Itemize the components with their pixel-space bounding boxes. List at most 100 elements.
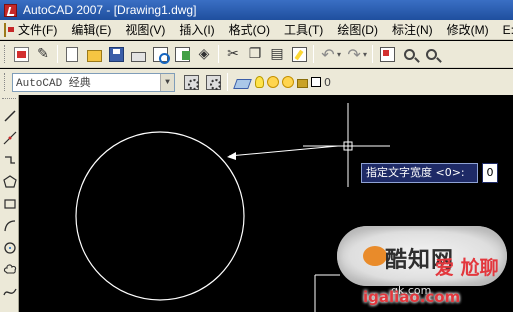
gear-icon <box>183 74 199 90</box>
open-button[interactable] <box>84 44 104 64</box>
standard-toolbar: ✎ ◈ ✂ ❐ ▤ ↶ ▾ ↷ ▾ <box>0 41 513 68</box>
line-icon <box>3 110 16 122</box>
copy-icon: ❐ <box>248 45 262 62</box>
drawn-circle <box>75 131 245 301</box>
watermark-logo-icon <box>363 246 387 266</box>
undo-button[interactable]: ↶ <box>318 44 338 64</box>
cut-button[interactable]: ✂ <box>223 44 243 64</box>
chevron-down-icon[interactable]: ▼ <box>160 73 174 91</box>
title-bar: AutoCAD 2007 - [Drawing1.dwg] <box>0 0 513 20</box>
menu-bar: 文件(F) 编辑(E) 视图(V) 插入(I) 格式(O) 工具(T) 绘图(D… <box>0 20 513 40</box>
publish-button[interactable] <box>172 44 192 64</box>
watermark: 酷知网 爱 尬聊 qk.com igaliao.com <box>315 218 513 312</box>
menu-tools[interactable]: 工具(T) <box>277 21 330 39</box>
publish-icon <box>174 46 190 62</box>
viewport-freeze-icon[interactable] <box>282 76 294 88</box>
lightbulb-icon[interactable] <box>255 76 264 88</box>
document-icon[interactable] <box>4 22 14 37</box>
construction-line-icon <box>3 131 16 145</box>
layer-color-swatch <box>311 77 321 87</box>
pdf-button[interactable] <box>11 44 31 64</box>
workspace-settings-button[interactable] <box>181 72 201 92</box>
menu-file[interactable]: 文件(F) <box>11 21 64 39</box>
draw-toolbar <box>0 95 19 312</box>
menu-express[interactable]: E: <box>496 21 513 39</box>
polygon-icon <box>2 175 17 188</box>
revision-cloud-icon <box>3 264 16 274</box>
open-folder-icon <box>86 49 102 62</box>
rectangle-tool[interactable] <box>0 193 19 215</box>
toolbar-grip[interactable] <box>2 98 16 101</box>
paint-button[interactable]: ✎ <box>33 44 53 64</box>
polygon-tool[interactable] <box>0 171 19 193</box>
save-icon <box>108 46 124 62</box>
line-tool[interactable] <box>0 105 19 127</box>
layer-properties-button[interactable] <box>232 72 252 92</box>
copy-button[interactable]: ❐ <box>245 44 265 64</box>
menu-modify[interactable]: 修改(M) <box>440 21 496 39</box>
dynamic-input-prompt: 指定文字宽度 <0>: <box>361 163 478 183</box>
menu-format[interactable]: 格式(O) <box>222 21 277 39</box>
3d-dwf-button[interactable]: ◈ <box>194 44 214 64</box>
menu-edit[interactable]: 编辑(E) <box>64 21 118 39</box>
arc-tool[interactable] <box>0 215 19 237</box>
redo-icon: ↷ <box>347 44 361 64</box>
match-properties-icon <box>291 46 307 62</box>
autocad-logo-icon <box>4 3 17 17</box>
pan-button[interactable] <box>377 44 397 64</box>
zoom-realtime-button[interactable] <box>399 44 419 64</box>
rectangle-icon <box>3 199 16 209</box>
brush-icon: ✎ <box>37 45 49 62</box>
construction-line-tool[interactable] <box>0 127 19 149</box>
workspace-value: AutoCAD 经典 <box>16 78 91 90</box>
paste-icon: ▤ <box>270 45 284 62</box>
toolbar-grip[interactable] <box>4 73 7 91</box>
zoom-window-button[interactable] <box>421 44 441 64</box>
circle-icon <box>3 242 16 254</box>
menu-draw[interactable]: 绘图(D) <box>330 21 385 39</box>
paste-button[interactable]: ▤ <box>267 44 287 64</box>
leader-arrowhead <box>227 152 236 160</box>
zoom-realtime-icon <box>403 48 415 60</box>
plot-preview-button[interactable] <box>150 44 170 64</box>
new-button[interactable] <box>62 44 82 64</box>
menu-insert[interactable]: 插入(I) <box>172 21 221 39</box>
plot-button[interactable] <box>128 44 148 64</box>
polyline-tool[interactable] <box>0 149 19 171</box>
toolbar-separator <box>227 73 228 91</box>
save-button[interactable] <box>106 44 126 64</box>
toolbar-grip[interactable] <box>4 45 7 63</box>
layer-name: 0 <box>324 75 331 89</box>
workspace-combo[interactable]: AutoCAD 经典 ▼ <box>12 72 175 92</box>
3d-dwf-icon: ◈ <box>198 45 210 62</box>
watermark-brand: 爱 尬聊 <box>435 257 499 279</box>
polyline-icon <box>4 156 15 164</box>
revision-cloud-tool[interactable] <box>0 259 19 281</box>
circle-tool[interactable] <box>0 237 19 259</box>
pdf-icon <box>13 46 29 62</box>
plot-preview-icon <box>152 46 170 64</box>
lock-icon[interactable] <box>297 79 308 88</box>
redo-button[interactable]: ↷ <box>344 44 364 64</box>
pan-icon <box>379 46 395 62</box>
plot-icon <box>130 51 146 62</box>
workspaces-layers-toolbar: AutoCAD 经典 ▼ 0 <box>0 69 513 95</box>
menu-view[interactable]: 视图(V) <box>118 21 172 39</box>
window-title: AutoCAD 2007 - [Drawing1.dwg] <box>23 3 197 17</box>
spline-icon <box>2 288 17 296</box>
spline-tool[interactable] <box>0 281 19 303</box>
customize-icon <box>205 74 221 90</box>
toolbar-separator <box>57 45 58 63</box>
menu-dimension[interactable]: 标注(N) <box>385 21 440 39</box>
dynamic-input-field[interactable]: 0 <box>482 163 498 183</box>
arc-icon <box>3 220 15 232</box>
sun-icon[interactable] <box>267 76 279 88</box>
leader-line <box>228 145 339 157</box>
toolbar-separator <box>313 45 314 63</box>
match-properties-button[interactable] <box>289 44 309 64</box>
toolbar-separator <box>372 45 374 63</box>
new-file-icon <box>66 46 78 62</box>
layer-combo[interactable]: 0 <box>255 76 331 89</box>
undo-icon: ↶ <box>321 44 335 64</box>
customize-button[interactable] <box>203 72 223 92</box>
